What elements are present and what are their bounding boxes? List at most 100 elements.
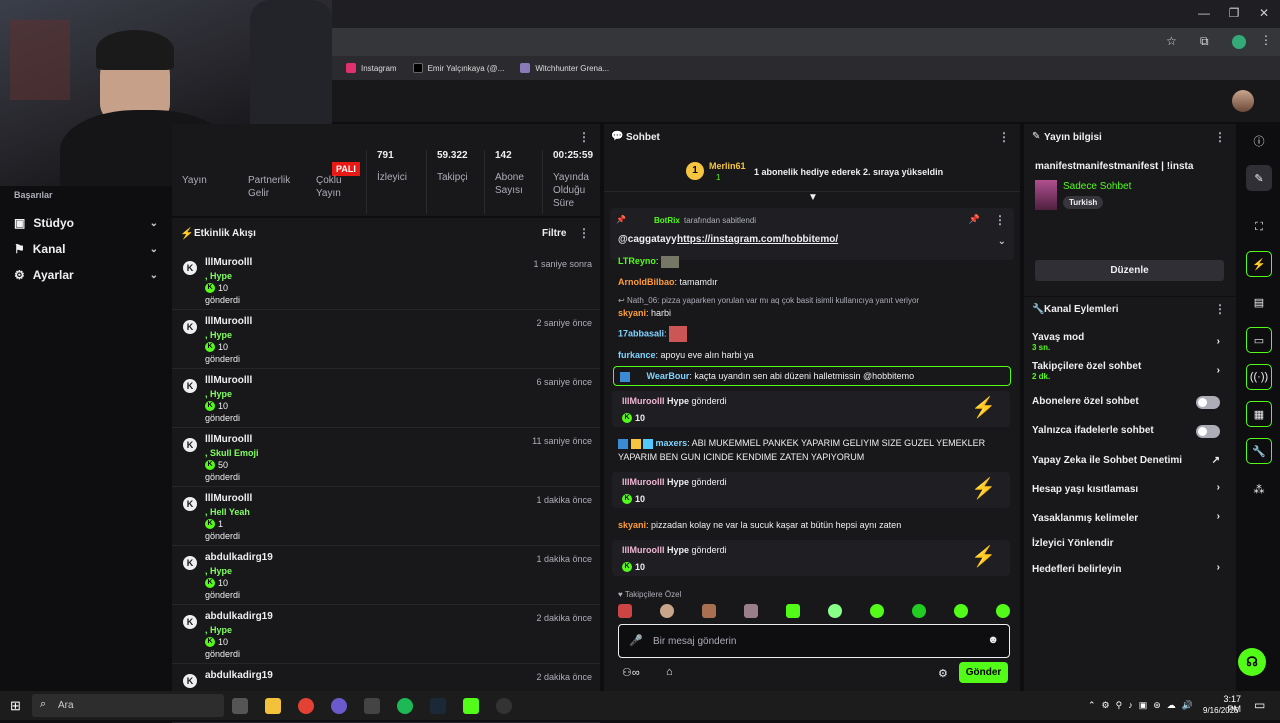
action-subscribers-only[interactable]: Abonelere özel sohbet [1032,396,1228,409]
chevron-right-icon: › [1216,365,1220,376]
filter-button[interactable]: Filtre [542,228,566,239]
chat-input[interactable]: 🎤 Bir mesaj gönderin ☻ [618,624,1010,658]
chrome-icon[interactable] [298,698,314,714]
x-icon [412,63,423,73]
activity-reward: , Skull Emoji [205,448,259,458]
info-icon[interactable]: ⓘ [1246,128,1272,154]
sidebar-item-achievements[interactable]: Başarılar [14,190,158,200]
emote[interactable] [870,604,884,618]
kick-icon[interactable] [463,698,479,714]
spotify-icon[interactable] [397,698,413,714]
bookmark-x[interactable]: Emir Yalçınkaya (@... [412,63,504,73]
stat-uptime: 00:25:59 Yayında Olduğu Süre [542,150,600,214]
activity-row: KlllMuroolll 1 dakika önce , Hell Yeah K 1 gö… [172,487,600,546]
taskbar-search[interactable]: ⌕ Ara [32,694,224,717]
action-goals[interactable]: Hedefleri belirleyin › [1032,562,1228,575]
sidebar-item-settings[interactable]: ⚙ Ayarlar ⌄ [14,268,158,282]
unpin-icon[interactable]: 📌 [969,214,980,225]
chevron-down-icon[interactable]: ⌄ [998,236,1006,247]
stat-stream: Yayın [182,175,207,186]
more-options-icon[interactable]: ⋮ [578,226,590,240]
star-icon[interactable]: ☆ [1166,34,1177,48]
document-icon[interactable]: ▤ [1246,289,1272,315]
extensions-icon[interactable]: ⧉ [1200,34,1209,49]
store-icon[interactable]: ⌂ [666,666,673,678]
action-account-age[interactable]: Hesap yaşı kısıtlaması › [1032,482,1228,495]
wrench-icon[interactable]: 🔧 [1246,438,1272,464]
kick-top-nav [332,80,1280,122]
notifications-icon[interactable]: ▭ [1254,698,1265,712]
banner-text: 1 abonelik hediye ederek 2. sıraya yükse… [754,167,944,177]
minimize-icon[interactable]: — [1194,6,1214,20]
emote [669,326,688,342]
emote[interactable] [912,604,926,618]
bolt-icon: ⚡ [971,397,996,419]
app-icon[interactable] [364,698,380,714]
menu-icon[interactable]: ⋮ [1260,33,1272,47]
microphone-icon[interactable]: 🎤 [629,634,643,647]
gear-icon[interactable]: ⚙ [938,667,948,680]
broadcast-icon[interactable]: ((·)) [1246,364,1272,390]
close-icon[interactable]: ✕ [1254,6,1274,20]
emote[interactable] [954,604,968,618]
layout-icon[interactable]: ▦ [1246,401,1272,427]
pinned-link[interactable]: https://instagram.com/hobbitemo/ [677,234,838,245]
emote-only-toggle[interactable] [1196,425,1220,438]
crop-icon[interactable]: ⛶ [1246,214,1272,240]
action-followers-only[interactable]: Takipçilere özel sohbet 2 dk. › [1032,361,1228,381]
support-icon[interactable]: ☊ [1238,648,1266,676]
emote[interactable] [660,604,674,618]
more-options-icon[interactable]: ⋮ [998,130,1010,144]
emote[interactable] [828,604,842,618]
edit-icon[interactable]: ✎ [1246,165,1272,191]
action-raid[interactable]: İzleyici Yönlendir [1032,538,1228,549]
emote[interactable] [702,604,716,618]
emote[interactable] [786,604,800,618]
bolt-icon[interactable]: ⚡ [1246,251,1272,277]
bolt-icon: ⚡ [971,478,996,500]
sidebar-item-studio[interactable]: ▣ Stüdyo ⌄ [14,216,158,230]
emote[interactable] [744,604,758,618]
points-icon[interactable]: ⚇∞ [622,666,640,679]
obs-icon[interactable] [496,698,512,714]
system-tray-icons[interactable]: ⌃⚙⚲♪▣⊛☁🔊 [1088,700,1199,711]
action-banned-words[interactable]: Yasaklanmış kelimeler › [1032,511,1228,524]
action-ai-moderation[interactable]: Yapay Zeka ile Sohbet Denetimi ↗ [1032,455,1228,466]
more-options-icon[interactable]: ⋮ [1214,302,1226,316]
activity-amount: K 10 [205,637,228,647]
windows-start-icon[interactable]: ⊞ [10,698,21,714]
profile-icon[interactable] [1232,35,1246,49]
category-thumbnail[interactable] [1035,180,1057,210]
bookmark-instagram[interactable]: Instagram [346,63,397,73]
more-options-icon[interactable]: ⋮ [994,213,1006,227]
activity-sent: gönderdi [205,590,241,600]
activity-reward: , Hype [205,271,233,281]
avatar[interactable] [1232,90,1254,112]
more-options-icon[interactable]: ⋮ [1214,130,1226,144]
more-options-icon[interactable]: ⋮ [578,130,590,144]
steam-icon[interactable] [430,698,446,714]
sidebar-item-channel[interactable]: ⚑ Kanal ⌄ [14,242,158,256]
action-slow-mode[interactable]: Yavaş mod 3 sn. › [1032,332,1228,352]
maximize-icon[interactable]: ❐ [1224,6,1244,20]
emoji-icon[interactable]: ☻ [987,634,999,646]
app-icon[interactable] [331,698,347,714]
send-button[interactable]: Gönder [959,662,1008,683]
activity-row: KlllMuroolll 11 saniye önce , Skull Emoji K… [172,428,600,487]
points-icon[interactable]: ⁂ [1246,476,1272,502]
bookmark-witchhunter[interactable]: Witchhunter Grena... [520,63,609,73]
task-view-icon[interactable] [232,698,248,714]
activity-user: lllMuroolll [205,493,253,504]
file-explorer-icon[interactable] [265,698,281,714]
edit-button[interactable]: Düzenle [1035,260,1224,281]
subscribers-only-toggle[interactable] [1196,396,1220,409]
emote[interactable] [618,604,632,618]
address-bar[interactable]: ☆ ⧉ ⋮ [332,28,1280,56]
bookmarks-bar: Instagram Emir Yalçınkaya (@... Witchhun… [332,56,1280,80]
search-icon: ⌕ [40,698,47,710]
action-emote-only[interactable]: Yalnızca ifadelerle sohbet [1032,425,1228,438]
emote[interactable] [996,604,1010,618]
category-name[interactable]: Sadece Sohbet [1063,181,1131,192]
chat-icon[interactable]: ▭ [1246,327,1272,353]
collapse-icon[interactable]: ▼ [808,192,818,203]
